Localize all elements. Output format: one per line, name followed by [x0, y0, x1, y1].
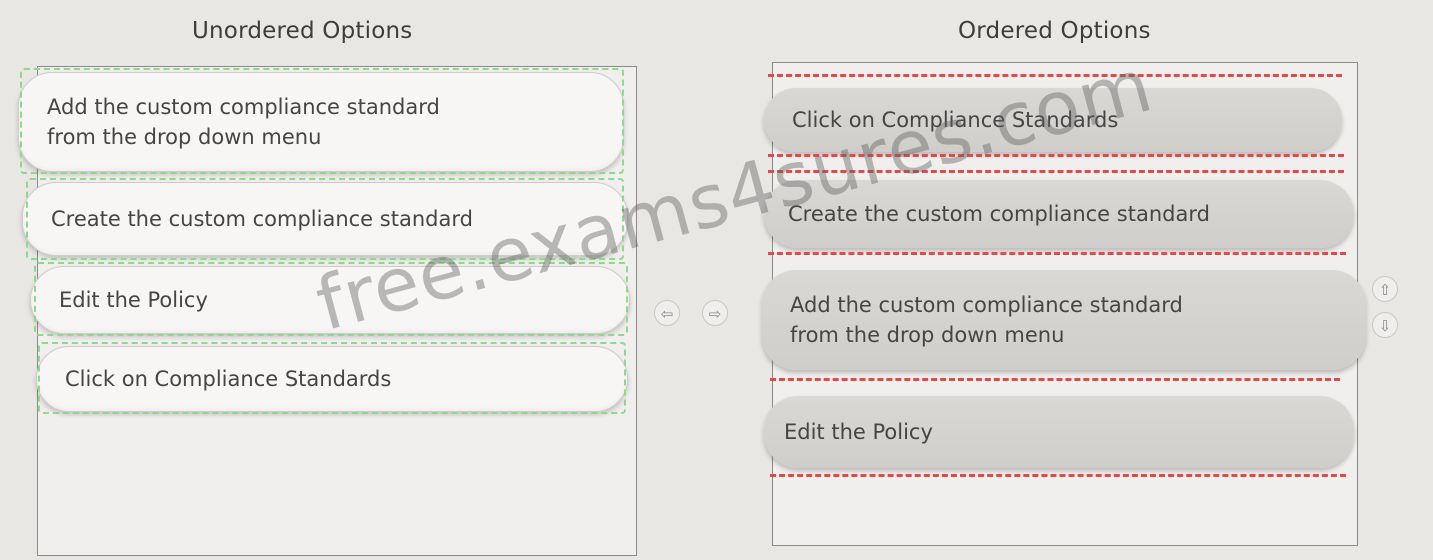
unordered-options-heading: Unordered Options: [192, 18, 413, 44]
ordered-item-label: Edit the Policy: [784, 420, 933, 444]
move-right-button[interactable]: ⇨: [702, 300, 728, 326]
unordered-item-label: Create the custom compliance standard: [51, 207, 473, 231]
unordered-item[interactable]: Add the custom compliance standard from …: [18, 72, 624, 172]
unordered-item[interactable]: Click on Compliance Standards: [36, 346, 628, 412]
move-down-button[interactable]: ⇩: [1372, 312, 1398, 338]
move-left-button[interactable]: ⇦: [654, 300, 680, 326]
ordered-options-heading: Ordered Options: [958, 18, 1151, 44]
unordered-item-label: Edit the Policy: [59, 288, 208, 312]
unordered-item-label: Add the custom compliance standard from …: [47, 95, 440, 149]
ordered-item-label: Add the custom compliance standard from …: [790, 293, 1183, 347]
move-up-button[interactable]: ⇧: [1372, 276, 1398, 302]
ordered-item[interactable]: Add the custom compliance standard from …: [762, 270, 1366, 370]
ordered-item[interactable]: Edit the Policy: [764, 396, 1354, 468]
unordered-item-label: Click on Compliance Standards: [65, 367, 392, 391]
